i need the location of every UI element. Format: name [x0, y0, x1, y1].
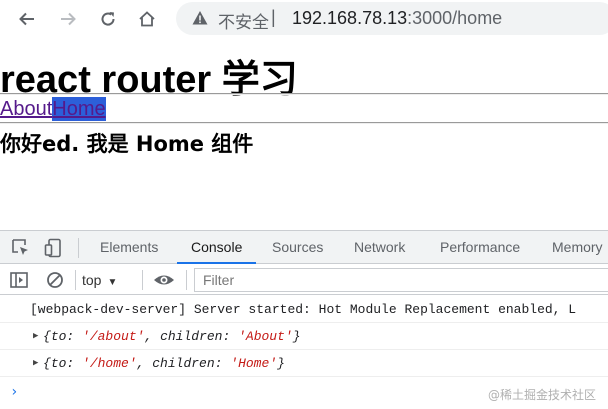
- forward-arrow-icon[interactable]: [55, 6, 81, 32]
- console-object[interactable]: ▶ {to: '/home', children: 'Home'}: [0, 350, 608, 377]
- back-arrow-icon[interactable]: [14, 6, 40, 32]
- tab-sources[interactable]: Sources: [272, 231, 323, 264]
- devtools-tab-bar: Elements Console Sources Network Perform…: [0, 231, 608, 264]
- watermark: @稀土掘金技术社区: [487, 388, 596, 402]
- context-value: top: [82, 272, 102, 288]
- divider: [0, 122, 608, 124]
- home-icon[interactable]: [134, 6, 160, 32]
- sidebar-toggle-icon[interactable]: [9, 270, 29, 290]
- separator: |: [271, 7, 276, 27]
- inspect-element-icon[interactable]: [10, 237, 32, 259]
- tab-memory[interactable]: Memory: [552, 231, 603, 264]
- reload-icon[interactable]: [95, 6, 121, 32]
- tab-network[interactable]: Network: [354, 231, 405, 264]
- toolbar-divider: [186, 270, 187, 290]
- divider: [0, 93, 608, 95]
- clear-console-icon[interactable]: [45, 270, 65, 290]
- toolbar-divider: [78, 238, 79, 258]
- object-preview: {to: '/home', children: 'Home'}: [43, 356, 285, 371]
- tab-console[interactable]: Console: [177, 231, 257, 264]
- dropdown-caret-icon: ▼: [107, 277, 118, 288]
- url-path: :3000/home: [407, 8, 503, 28]
- message-text: [webpack-dev-server] Server started: Hot…: [30, 302, 577, 317]
- object-preview: {to: '/about', children: 'About'}: [43, 329, 301, 344]
- warning-icon[interactable]: [192, 10, 208, 26]
- nav-links: AboutHome: [0, 97, 106, 121]
- console-toolbar: top ▼: [0, 265, 608, 295]
- console-object[interactable]: ▶ {to: '/about', children: 'About'}: [0, 323, 608, 350]
- tab-performance[interactable]: Performance: [440, 231, 520, 264]
- tab-elements[interactable]: Elements: [100, 231, 158, 264]
- expand-triangle-icon[interactable]: ▶: [33, 350, 38, 376]
- console-prompt[interactable]: ›: [10, 384, 18, 400]
- console-message: [webpack-dev-server] Server started: Hot…: [0, 296, 608, 323]
- toolbar-divider: [75, 270, 76, 290]
- home-link[interactable]: Home: [52, 97, 106, 121]
- eye-icon[interactable]: [152, 270, 176, 290]
- security-label[interactable]: 不安全: [218, 8, 269, 33]
- page-content: react router 学习 AboutHome 你好ed. 我是 Home …: [0, 40, 608, 230]
- filter-input[interactable]: [194, 268, 608, 292]
- expand-triangle-icon[interactable]: ▶: [33, 323, 38, 349]
- about-link[interactable]: About: [0, 97, 52, 121]
- home-greeting: 你好ed. 我是 Home 组件: [0, 132, 254, 156]
- url-text[interactable]: 192.168.78.13:3000/home: [292, 8, 502, 29]
- url-host: 192.168.78.13: [292, 8, 408, 28]
- toolbar-divider: [142, 270, 143, 290]
- devtools-panel: Elements Console Sources Network Perform…: [0, 230, 608, 409]
- context-select[interactable]: top ▼: [82, 265, 117, 295]
- device-toolbar-icon[interactable]: [43, 237, 65, 259]
- browser-toolbar: 不安全 | 192.168.78.13:3000/home: [0, 0, 608, 38]
- address-bar[interactable]: 不安全 | 192.168.78.13:3000/home: [176, 2, 608, 35]
